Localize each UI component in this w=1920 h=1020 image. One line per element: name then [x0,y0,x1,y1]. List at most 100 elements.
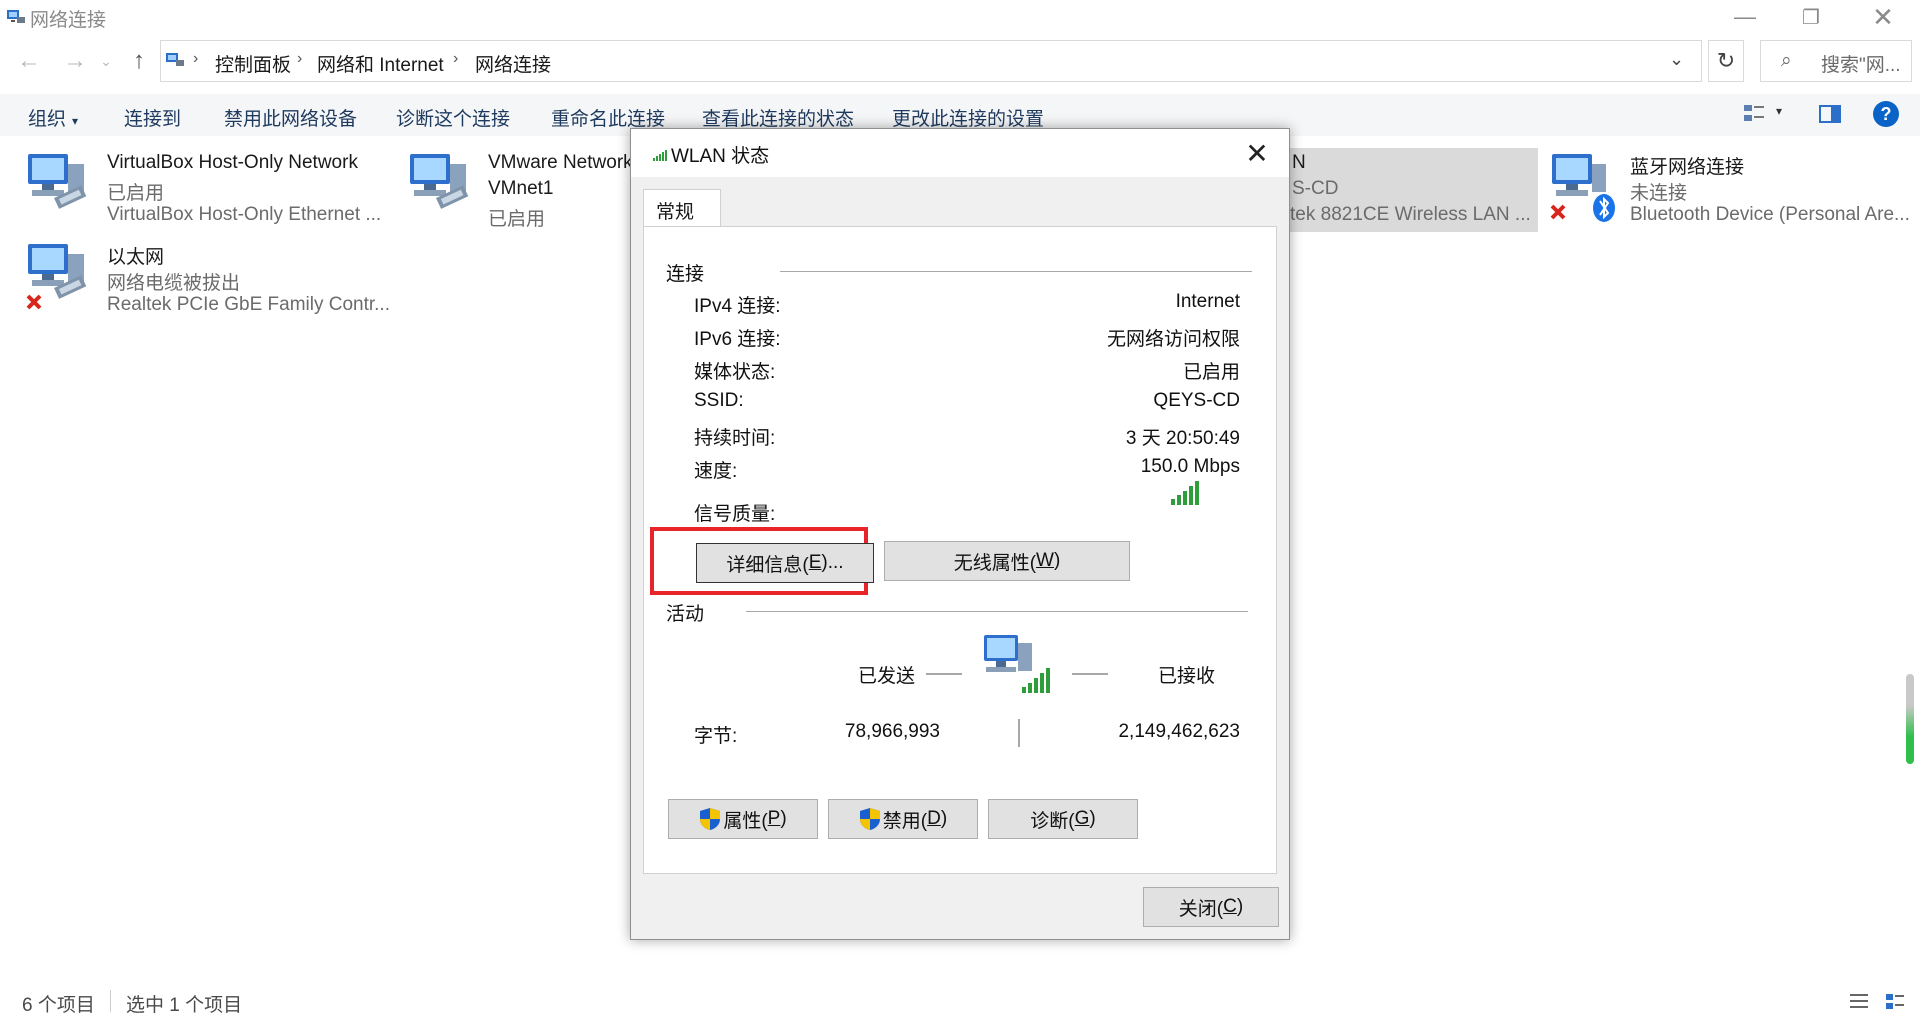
item-device-bluetooth: Bluetooth Device (Personal Are... [1630,204,1910,225]
sent-line [926,673,962,675]
item-name-vmware[interactable]: VMware Network [488,152,633,174]
dialog-close-button[interactable]: ✕ [1235,135,1279,171]
duration-label: 持续时间: [694,428,776,449]
window-title: 网络连接 [30,10,107,31]
breadcrumb-control-panel[interactable]: 控制面板 [215,50,291,77]
address-bar[interactable]: › 控制面板 › 网络和 Internet › 网络连接 ⌄ [160,40,1702,82]
search-input[interactable]: ⌕ 搜索"网... [1760,40,1912,82]
item-name-virtualbox[interactable]: VirtualBox Host-Only Network [107,152,358,174]
list-item[interactable] [24,150,94,228]
up-button[interactable]: ↑ [122,44,156,78]
general-tab-panel: 连接 IPv4 连接: Internet IPv6 连接: 无网络访问权限 媒体… [643,226,1277,874]
status-divider [110,990,111,1012]
list-item[interactable] [24,240,94,318]
diagnose-command[interactable]: 诊断这个连接 [396,104,510,131]
item-device-vmware: 已启用 [488,209,546,230]
item-status-vmware: VMnet1 [488,178,554,199]
item-status-bluetooth: 未连接 [1630,183,1688,204]
list-item[interactable] [406,150,476,228]
details-view-button[interactable] [1848,990,1870,1012]
close-icon: ✕ [1872,1,1894,32]
ipv4-label: IPv4 连接: [694,296,781,317]
view-status-command[interactable]: 查看此连接的状态 [702,104,854,131]
properties-button[interactable]: 属性(P) [668,799,818,839]
media-state-label: 媒体状态: [694,362,776,383]
organize-menu[interactable]: 组织 ▾ [28,104,78,131]
bytes-received-value: 2,149,462,623 [1118,721,1240,742]
restore-button[interactable]: ❐ [1778,0,1844,34]
ssid-label: SSID: [694,390,744,411]
uac-shield-icon [859,808,880,830]
disable-device-command[interactable]: 禁用此网络设备 [224,104,357,131]
window-titlebar [0,0,1920,36]
bytes-sent-value: 78,966,993 [844,721,940,742]
bluetooth-adapter-icon [1550,154,1615,222]
forward-arrow-icon: → [63,47,87,74]
restore-icon: ❐ [1802,6,1820,29]
ipv4-value: Internet [1175,291,1240,312]
ipv6-label: IPv6 连接: [694,329,781,350]
change-settings-command[interactable]: 更改此连接的设置 [892,104,1044,131]
view-icon [1744,105,1764,121]
tiles-view-button[interactable] [1884,990,1906,1012]
connect-to-command[interactable]: 连接到 [124,104,181,131]
back-button[interactable]: ← [12,44,46,78]
item-name-ethernet[interactable]: 以太网 [107,242,164,269]
help-button[interactable]: ? [1873,101,1899,127]
network-connections-icon [7,10,25,23]
section-divider [746,611,1248,612]
dialog-close-action-button[interactable]: 关闭(C) [1143,887,1279,927]
breadcrumb-network-connections[interactable]: 网络连接 [475,50,551,77]
diagnose-button[interactable]: 诊断(G) [988,799,1138,839]
wireless-properties-button[interactable]: 无线属性(W) [884,541,1130,581]
preview-pane-icon [1819,105,1841,123]
view-options-dropdown[interactable]: ▾ [1776,104,1782,118]
item-device-wlan: tek 8821CE Wireless LAN ... [1290,204,1531,225]
selected-count: 选中 1 个项目 [126,995,243,1016]
ethernet-adapter-icon [26,244,87,310]
forward-button[interactable]: → [58,44,92,78]
close-window-button[interactable]: ✕ [1850,0,1916,34]
rename-command[interactable]: 重命名此连接 [551,104,665,131]
ipv6-value: 无网络访问权限 [1106,329,1240,350]
recent-locations-button[interactable]: ⌄ [94,44,118,78]
bytes-label: 字节: [694,726,738,747]
sent-label: 已发送 [858,666,916,687]
disable-button[interactable]: 禁用(D) [828,799,978,839]
item-device-ethernet: Realtek PCIe GbE Family Contr... [107,294,390,315]
details-button[interactable]: 详细信息(E)... [696,543,874,583]
item-status-virtualbox: 已启用 [107,183,165,204]
item-name-wlan[interactable]: N [1292,152,1306,174]
bytes-divider [1018,719,1020,747]
ssid-value: QEYS-CD [1153,390,1240,411]
wlan-status-dialog: WLAN 状态 ✕ 常规 连接 IPv4 连接: Internet IPv6 连… [630,128,1290,940]
list-item[interactable] [1548,150,1618,228]
address-dropdown-icon[interactable]: ⌄ [1669,49,1684,70]
refresh-button[interactable]: ↻ [1708,40,1744,82]
breadcrumb-separator: › [453,50,459,67]
section-divider [780,271,1252,272]
tab-general[interactable]: 常规 [643,189,721,227]
received-line [1072,673,1108,675]
breadcrumb-network-internet[interactable]: 网络和 Internet [317,50,444,77]
minimize-button[interactable]: — [1712,0,1778,34]
network-activity-icon [984,635,1050,693]
activity-section-label: 活动 [666,604,705,625]
preview-pane-button[interactable] [1818,102,1842,126]
breadcrumb-separator: › [297,50,303,67]
change-view-button[interactable] [1742,102,1766,126]
item-status-wlan: S-CD [1292,178,1339,199]
tiles-view-icon [1886,994,1904,1009]
search-placeholder: 搜索"网... [1821,55,1901,76]
item-name-bluetooth[interactable]: 蓝牙网络连接 [1630,152,1744,179]
duration-value: 3 天 20:50:49 [1125,428,1240,449]
item-status-ethernet: 网络电缆被拔出 [107,273,241,294]
item-device-virtualbox: VirtualBox Host-Only Ethernet ... [107,204,382,225]
media-state-value: 已启用 [1182,362,1240,383]
signal-quality-label: 信号质量: [694,504,776,525]
vertical-scrollbar[interactable] [1906,674,1914,764]
speed-value: 150.0 Mbps [1140,456,1240,477]
network-adapter-icon [410,154,469,209]
connection-section-label: 连接 [666,264,705,285]
speed-label: 速度: [694,461,738,482]
